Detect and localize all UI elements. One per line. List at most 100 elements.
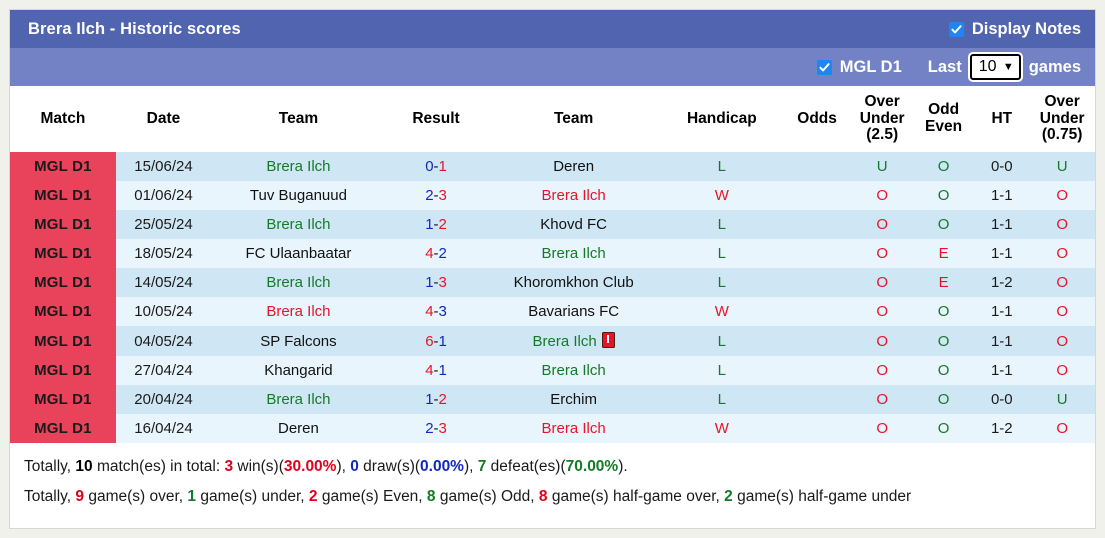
away-team-cell[interactable]: Khovd FC: [486, 210, 661, 240]
handicap-wl: L: [717, 362, 726, 380]
summary-wins: 3: [224, 458, 234, 476]
over-under-075-letter: O: [1056, 303, 1068, 321]
over-under-075-letter: O: [1056, 187, 1068, 205]
over-under-25-letter: O: [876, 362, 889, 380]
score-away: 2: [438, 391, 447, 409]
table-row[interactable]: MGL D1 01/06/24 Tuv Buganuud 2-3 Brera Ilch W…: [10, 181, 1095, 211]
away-team-name: Brera Ilch: [541, 362, 606, 380]
odd-even-value: O: [912, 326, 975, 357]
half-time-score: 1-1: [974, 181, 1030, 211]
games-count-select-wrap[interactable]: 10 ▼: [962, 52, 1029, 82]
away-team-cell[interactable]: Brera Ilch: [486, 326, 661, 357]
away-team-cell[interactable]: Brera Ilch: [486, 181, 661, 211]
handicap-wl: W: [714, 420, 729, 438]
away-team-cell[interactable]: Brera Ilch: [486, 356, 661, 386]
league-filter-checkbox[interactable]: [816, 59, 832, 75]
table-row[interactable]: MGL D1 16/04/24 Deren 2-3 Brera Ilch W O O 1-2 O: [10, 414, 1095, 444]
table-row[interactable]: MGL D1 10/05/24 Brera Ilch 4-3 Bavarians FC W…: [10, 297, 1095, 327]
over-under-075-value: O: [1029, 210, 1095, 240]
odd-even-value: E: [912, 268, 975, 298]
summary-under-count: 1: [187, 487, 197, 505]
table-row[interactable]: MGL D1 20/04/24 Brera Ilch 1-2 Erchim L O O 0-0 U: [10, 385, 1095, 415]
summary-even-count: 2: [308, 487, 318, 505]
over-under-25-value: O: [851, 356, 913, 386]
score-away: 3: [438, 303, 447, 321]
over-under-075-letter: O: [1056, 420, 1068, 438]
away-team-name: Khoromkhon Club: [513, 274, 634, 292]
league-badge: MGL D1: [10, 210, 116, 240]
table-row[interactable]: MGL D1 18/05/24 FC Ulaanbaatar 4-2 Brera Ilc…: [10, 239, 1095, 269]
table-row[interactable]: MGL D1 04/05/24 SP Falcons 6-1 Brera Ilch L O O…: [10, 326, 1095, 357]
home-team-name: Deren: [278, 420, 319, 438]
home-team-cell[interactable]: Deren: [211, 414, 386, 444]
score-home: 1: [425, 274, 434, 292]
col-header-team-away: Team: [486, 86, 661, 153]
away-team-cell[interactable]: Brera Ilch: [486, 414, 661, 444]
away-team-cell[interactable]: Brera Ilch: [486, 239, 661, 269]
summary-win-pct: 30.00%: [283, 458, 337, 476]
away-team-cell[interactable]: Bavarians FC: [486, 297, 661, 327]
away-team-name: Brera Ilch: [541, 245, 606, 263]
home-team-cell[interactable]: FC Ulaanbaatar: [211, 239, 386, 269]
odd-even-letter: O: [937, 187, 950, 205]
display-notes-option[interactable]: Display Notes: [948, 20, 1081, 39]
home-team-cell[interactable]: Brera Ilch: [211, 385, 386, 415]
display-notes-checkbox[interactable]: [948, 21, 964, 37]
table-row[interactable]: MGL D1 15/06/24 Brera Ilch 0-1 Deren L U O 0-0 U: [10, 152, 1095, 182]
match-result: 2-3: [385, 414, 487, 444]
games-count-select[interactable]: 10: [967, 52, 1023, 82]
odd-even-value: O: [912, 385, 975, 415]
match-result: 6-1: [385, 326, 487, 357]
home-team-cell[interactable]: Brera Ilch: [211, 268, 386, 298]
home-team-cell[interactable]: Khangarid: [211, 356, 386, 386]
away-team-cell[interactable]: Erchim: [486, 385, 661, 415]
over-under-075-value: O: [1029, 268, 1095, 298]
home-team-cell[interactable]: Tuv Buganuud: [211, 181, 386, 211]
home-team-name: Brera Ilch: [266, 303, 331, 321]
handicap-result: L: [660, 356, 783, 386]
match-date: 10/05/24: [115, 297, 212, 327]
panel-title-bar: Brera Ilch - Historic scores Display Not…: [10, 10, 1095, 48]
match-date: 25/05/24: [115, 210, 212, 240]
league-filter-option[interactable]: MGL D1: [816, 58, 902, 77]
league-badge: MGL D1: [10, 414, 116, 444]
summary-line-goals: Totally, 9 game(s) over, 1 game(s) under…: [24, 482, 1081, 511]
over-under-25-letter: O: [876, 187, 889, 205]
home-team-name: Brera Ilch: [266, 391, 331, 409]
summary-text-5: draw(s)(: [358, 458, 421, 476]
score-home: 0: [425, 158, 434, 176]
home-team-cell[interactable]: Brera Ilch: [211, 210, 386, 240]
table-row[interactable]: MGL D1 25/05/24 Brera Ilch 1-2 Khovd FC L O O 1-…: [10, 210, 1095, 240]
home-team-cell[interactable]: Brera Ilch: [211, 297, 386, 327]
match-result: 2-3: [385, 181, 487, 211]
league-badge: MGL D1: [10, 152, 116, 182]
over-under-075-letter: O: [1056, 216, 1068, 234]
red-card-icon: [601, 332, 615, 349]
score-home: 4: [425, 245, 434, 263]
panel-option-bar: MGL D1 Last 10 ▼ games: [10, 48, 1095, 86]
table-row[interactable]: MGL D1 27/04/24 Khangarid 4-1 Brera Ilch L O O 1…: [10, 356, 1095, 386]
away-team-cell[interactable]: Deren: [486, 152, 661, 182]
summary-text-6: ),: [463, 458, 478, 476]
odds-value: [782, 414, 852, 444]
odd-even-letter: O: [937, 362, 950, 380]
away-team-name: Brera Ilch: [532, 333, 597, 351]
home-team-cell[interactable]: Brera Ilch: [211, 152, 386, 182]
league-badge: MGL D1: [10, 326, 116, 357]
score-home: 4: [425, 303, 434, 321]
half-time-score: 1-2: [974, 268, 1030, 298]
page-title: Brera Ilch - Historic scores: [28, 19, 241, 38]
score-away: 3: [438, 187, 447, 205]
over-under-25-value: O: [851, 181, 913, 211]
table-row[interactable]: MGL D1 14/05/24 Brera Ilch 1-3 Khoromkhon Cl…: [10, 268, 1095, 298]
home-team-cell[interactable]: SP Falcons: [211, 326, 386, 357]
odds-value: [782, 152, 852, 182]
handicap-wl: L: [717, 391, 726, 409]
away-team-cell[interactable]: Khoromkhon Club: [486, 268, 661, 298]
score-home: 2: [425, 420, 434, 438]
half-time-score: 1-1: [974, 326, 1030, 357]
over-under-075-letter: U: [1056, 158, 1068, 176]
away-team-name: Brera Ilch: [541, 187, 606, 205]
summary2-text-6: game(s) half-game over,: [547, 487, 725, 505]
score-away: 1: [438, 158, 447, 176]
